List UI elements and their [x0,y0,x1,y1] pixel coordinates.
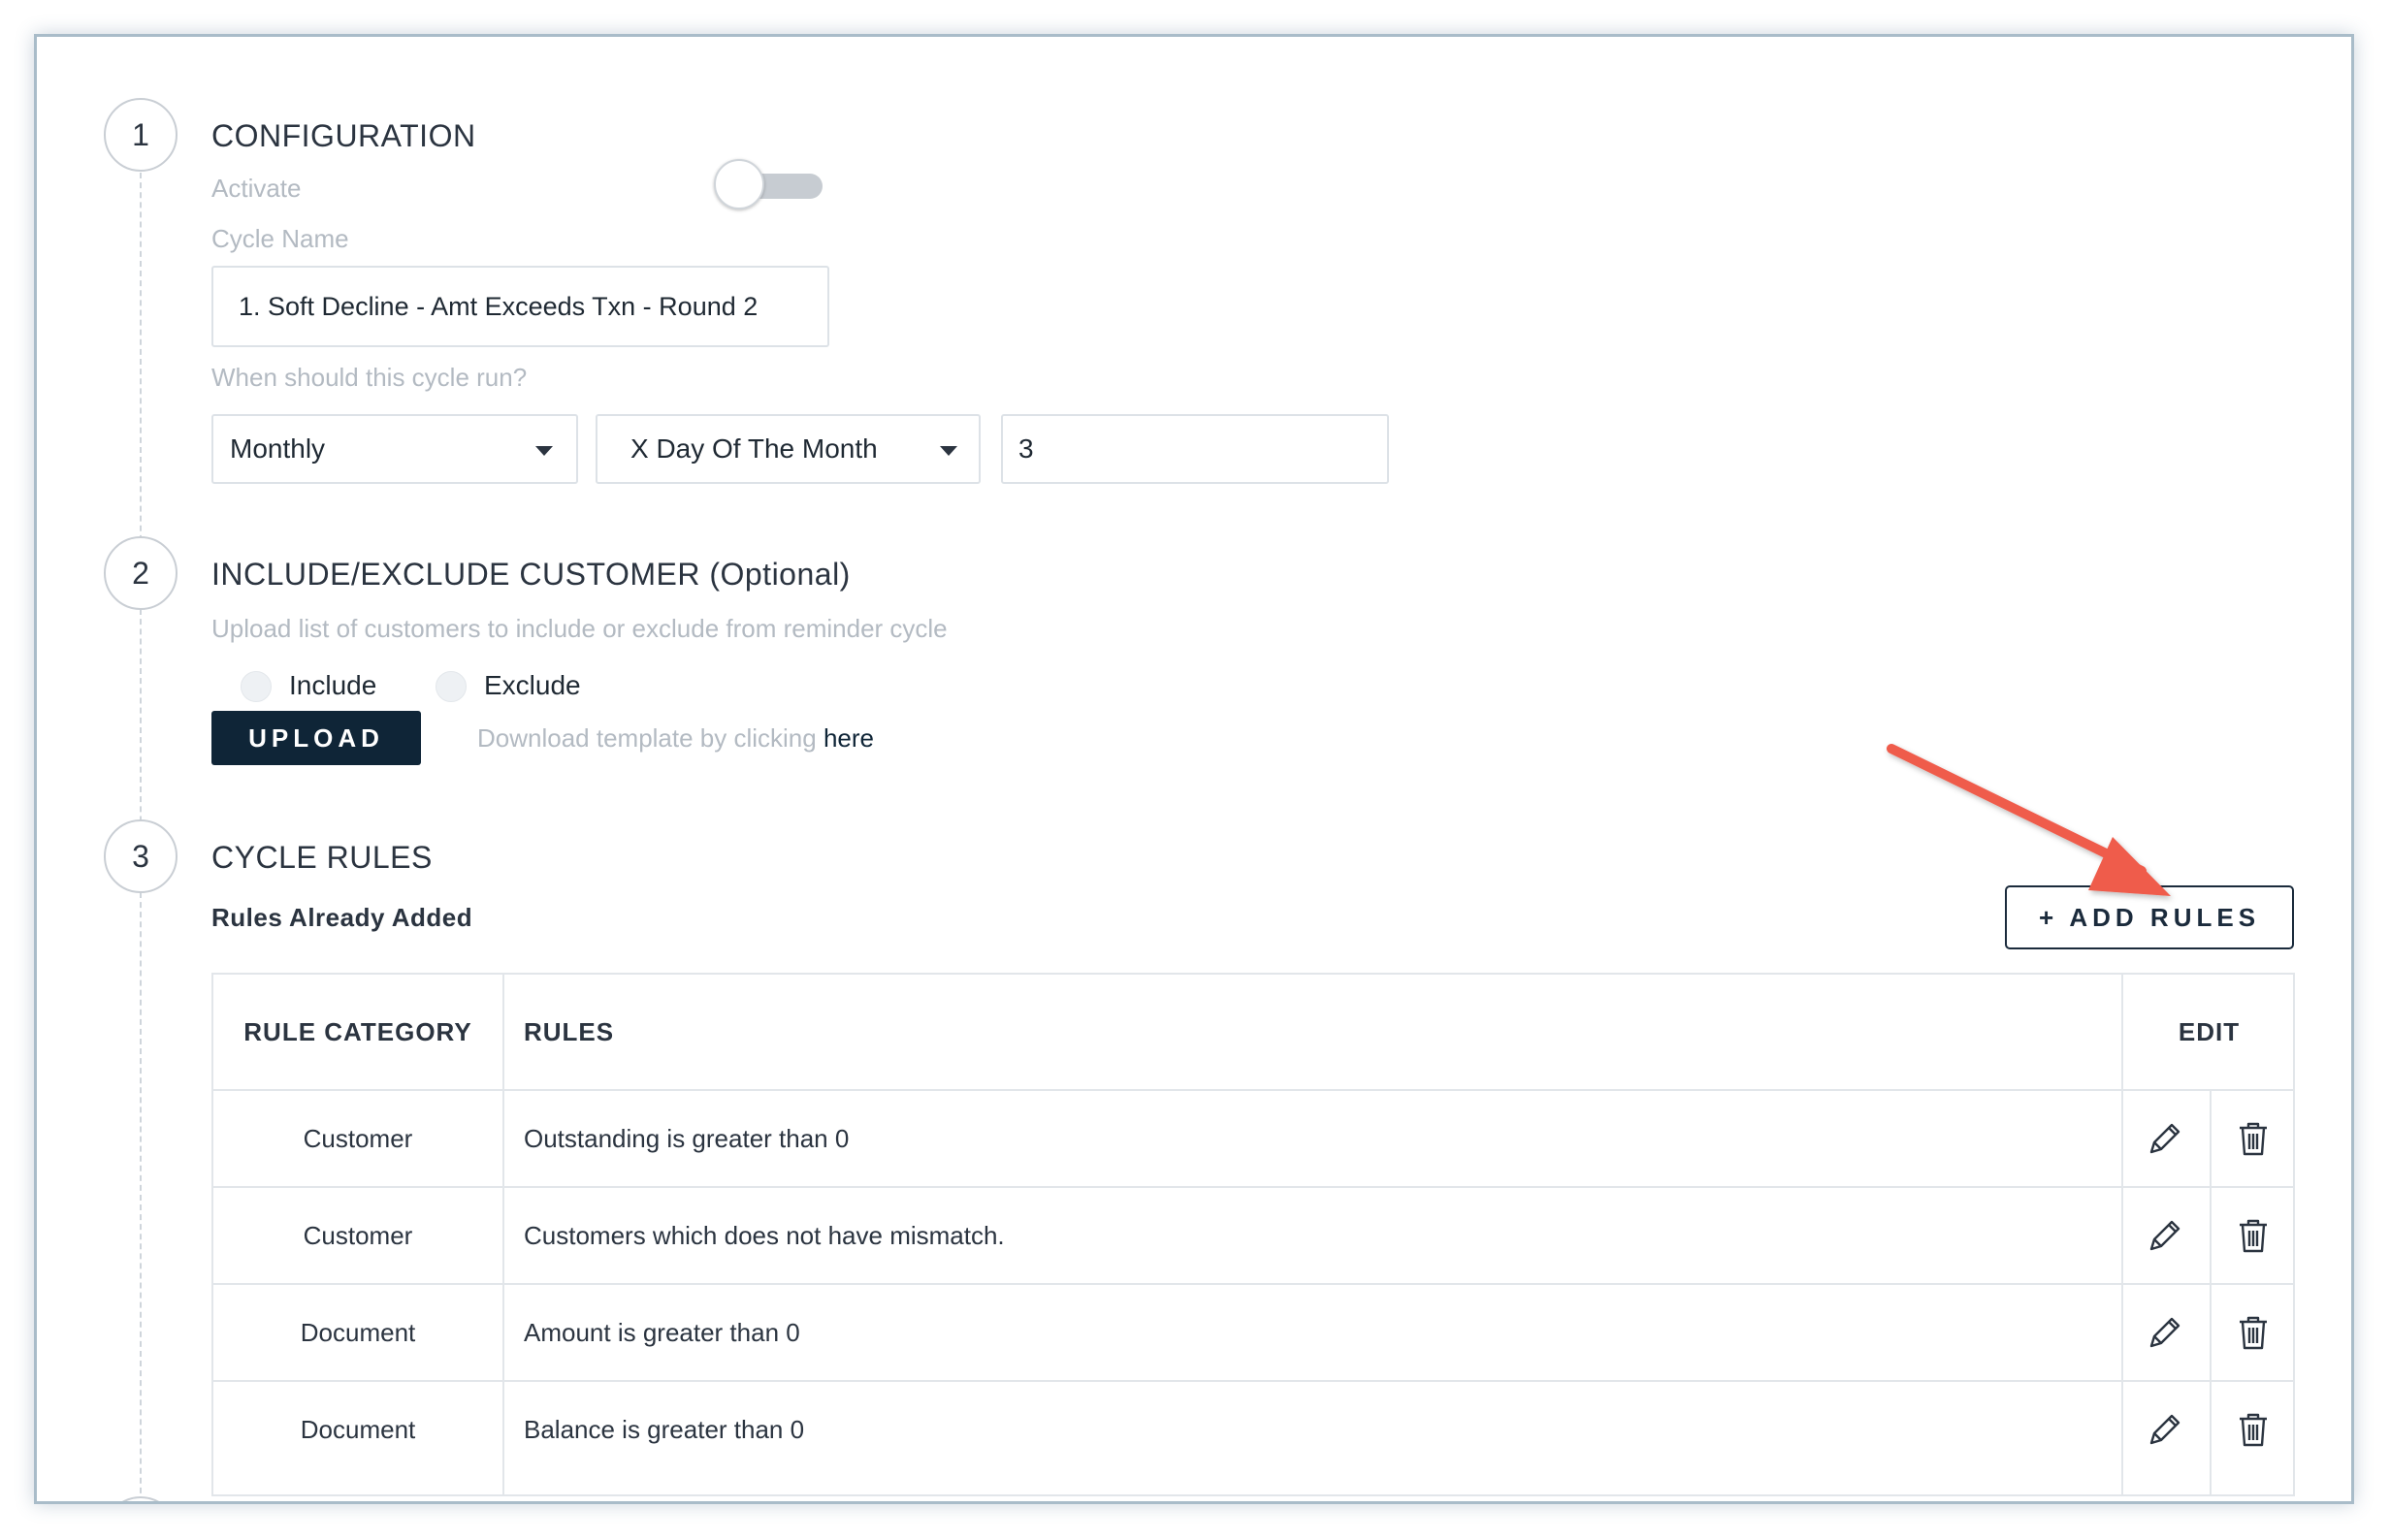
rule-text-cell: Outstanding is greater than 0 [524,1123,850,1153]
day-value-input[interactable]: 3 [1001,414,1389,484]
timeline-connector [140,609,142,851]
trash-icon[interactable] [2232,1117,2275,1160]
pencil-icon[interactable] [2144,1117,2186,1160]
header-rules: RULES [524,1016,615,1046]
day-type-select[interactable]: X Day Of The Month [596,414,981,484]
exclude-label: Exclude [484,670,581,700]
include-exclude-description: Upload list of customers to include or e… [211,614,948,643]
rule-text-cell: Customers which does not have mismatch. [524,1220,1005,1250]
chevron-down-icon [940,446,957,456]
template-text: Download template by clicking [477,723,817,753]
timeline-connector [140,173,142,551]
cycle-name-label: Cycle Name [211,224,349,253]
section-title-include-exclude: INCLUDE/EXCLUDE CUSTOMER (Optional) [211,557,851,592]
rules-table: RULE CATEGORY RULES EDIT Customer Outsta… [211,973,2295,1496]
include-label: Include [289,670,377,700]
rule-category-cell: Document [300,1414,416,1444]
upload-button[interactable]: UPLOAD [211,711,421,765]
activate-label: Activate [211,174,302,203]
rule-category-cell: Customer [303,1123,413,1153]
frequency-select[interactable]: Monthly [211,414,578,484]
trash-icon[interactable] [2232,1311,2275,1354]
timeline-connector [140,892,142,1501]
column-divider [502,975,504,1494]
step-number: 1 [104,98,178,172]
rule-category-cell: Document [300,1317,416,1347]
activate-toggle[interactable] [714,159,825,209]
header-rule-category: RULE CATEGORY [243,1016,472,1046]
day-type-value: X Day Of The Month [630,433,878,464]
section-title-cycle-rules: CYCLE RULES [211,840,433,875]
step-number-partial [104,1496,178,1501]
section-title-configuration: CONFIGURATION [211,118,476,153]
template-link[interactable]: here [824,723,874,753]
exclude-radio[interactable] [436,671,467,702]
toggle-knob [714,159,764,209]
day-value: 3 [1018,433,1034,464]
include-radio[interactable] [241,671,272,702]
page-frame: 1 CONFIGURATION Activate Cycle Name 1. S… [34,34,2354,1504]
rule-category-cell: Customer [303,1220,413,1250]
trash-icon[interactable] [2232,1408,2275,1451]
rule-text-cell: Amount is greater than 0 [524,1317,800,1347]
pencil-icon[interactable] [2144,1311,2186,1354]
schedule-label: When should this cycle run? [211,363,528,392]
header-edit: EDIT [2178,1016,2241,1046]
rules-already-added-label: Rules Already Added [211,903,473,932]
pencil-icon[interactable] [2144,1214,2186,1257]
chevron-down-icon [535,446,553,456]
pencil-icon[interactable] [2144,1408,2186,1451]
frequency-value: Monthly [230,433,326,464]
step-number: 3 [104,819,178,893]
trash-icon[interactable] [2232,1214,2275,1257]
cycle-name-value: 1. Soft Decline - Amt Exceeds Txn - Roun… [239,291,759,321]
cycle-name-input[interactable]: 1. Soft Decline - Amt Exceeds Txn - Roun… [211,266,829,347]
column-divider [2210,1089,2212,1494]
red-arrow-icon [1887,744,2171,896]
rule-text-cell: Balance is greater than 0 [524,1414,805,1444]
template-download-text: Download template by clicking here [477,723,874,754]
step-number: 2 [104,536,178,610]
